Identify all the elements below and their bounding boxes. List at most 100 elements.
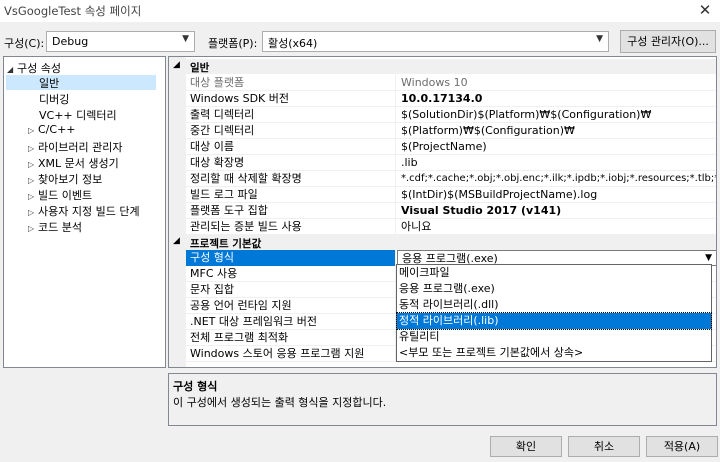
tree-item-label: 코드 분석 — [38, 221, 82, 234]
tree-item-xml-doc-generator[interactable]: ▷ XML 문서 생성기 — [28, 155, 119, 170]
section-header-general[interactable]: ◢ 일반 — [169, 59, 716, 74]
property-value: $(IntDir)$(MSBuildProjectName).log — [401, 188, 598, 201]
property-row[interactable]: 대상 확장명 .lib — [186, 155, 716, 171]
configuration-label: 구성(C): — [4, 37, 45, 50]
property-name: 관리되는 증분 빌드 사용 — [186, 219, 396, 235]
expanded-triangle-icon[interactable]: ◢ — [173, 60, 180, 70]
tree-root-config-properties[interactable]: ◢ 구성 속성 — [7, 60, 61, 75]
dropdown-option[interactable]: 동적 라이브러리(.dll) — [397, 297, 711, 313]
tree-item-label: 빌드 이벤트 — [38, 189, 93, 202]
property-row[interactable]: 플랫폼 도구 집합 Visual Studio 2017 (v141) — [186, 203, 716, 219]
property-value: 아니요 — [401, 220, 432, 233]
tree-item-librarian[interactable]: ▷ 라이브러리 관리자 — [28, 139, 122, 154]
collapsed-triangle-icon[interactable]: ▷ — [28, 208, 38, 217]
property-value: *.cdf;*.cache;*.obj;*.obj.enc;*.ilk;*.ip… — [401, 173, 716, 184]
property-value: Windows 10 — [401, 76, 468, 89]
tree-item-label: 사용자 지정 빌드 단계 — [38, 205, 140, 218]
property-value: $(SolutionDir)$(Platform)₩$(Configuratio… — [401, 108, 652, 121]
dropdown-option[interactable]: 메이크파일 — [397, 265, 711, 281]
property-name: Windows SDK 버전 — [186, 91, 396, 107]
configuration-manager-button[interactable]: 구성 관리자(O)... — [620, 30, 716, 53]
property-name: 공용 언어 런타임 지원 — [186, 298, 396, 314]
tree-item-code-analysis[interactable]: ▷ 코드 분석 — [28, 219, 82, 234]
apply-button[interactable]: 적용(A) — [646, 436, 718, 457]
property-name: 중간 디렉터리 — [186, 123, 396, 139]
description-text: 이 구성에서 생성되는 출력 형식을 지정합니다. — [173, 396, 387, 409]
property-value: .lib — [401, 156, 418, 169]
property-row[interactable]: 중간 디렉터리 $(Platform)₩$(Configuration)₩ — [186, 123, 716, 139]
configuration-type-dropdown[interactable]: 메이크파일 응용 프로그램(.exe) 동적 라이브러리(.dll) 정적 라이… — [396, 264, 712, 362]
property-name: 빌드 로그 파일 — [186, 187, 396, 203]
property-row[interactable]: 빌드 로그 파일 $(IntDir)$(MSBuildProjectName).… — [186, 187, 716, 203]
property-row[interactable]: 대상 플랫폼 Windows 10 — [186, 75, 716, 91]
property-row[interactable]: 관리되는 증분 빌드 사용 아니요 — [186, 219, 716, 235]
collapsed-triangle-icon[interactable]: ▷ — [28, 144, 38, 153]
tree-item-label: XML 문서 생성기 — [38, 157, 119, 170]
property-name: 구성 형식 — [186, 250, 396, 266]
tree-item-debugging[interactable]: 디버깅 — [39, 91, 69, 106]
tree-item-browse-information[interactable]: ▷ 찾아보기 정보 — [28, 171, 102, 186]
property-name: 대상 플랫폼 — [186, 75, 396, 91]
configuration-select[interactable]: Debug ▼ — [46, 31, 195, 52]
configuration-value: Debug — [52, 35, 89, 48]
property-value: Visual Studio 2017 (v141) — [401, 204, 562, 217]
property-name: 정리할 때 삭제할 확장명 — [186, 171, 396, 187]
collapsed-triangle-icon[interactable]: ▷ — [28, 160, 38, 169]
property-name: 출력 디렉터리 — [186, 107, 396, 123]
expanded-triangle-icon[interactable]: ◢ — [173, 236, 180, 246]
property-row[interactable]: 대상 이름 $(ProjectName) — [186, 139, 716, 155]
chevron-down-icon: ▼ — [596, 34, 603, 44]
property-name: .NET 대상 프레임워크 버전 — [186, 314, 396, 330]
property-value: 10.0.17134.0 — [401, 92, 483, 105]
property-value: $(ProjectName) — [401, 140, 487, 153]
tree-item-label: 일반 — [39, 77, 60, 90]
tree-item-label: C/C++ — [38, 123, 76, 136]
tree-item-vc-directories[interactable]: VC++ 디렉터리 — [39, 107, 117, 122]
ok-button[interactable]: 확인 — [490, 436, 562, 457]
tree-root-label: 구성 속성 — [17, 62, 61, 75]
expanded-triangle-icon: ◢ — [7, 65, 14, 74]
collapsed-triangle-icon[interactable]: ▷ — [28, 224, 38, 233]
property-name: Windows 스토어 응용 프로그램 지원 — [186, 346, 396, 362]
close-button[interactable]: ✕ — [690, 0, 720, 22]
section-title: 일반 — [190, 62, 210, 74]
property-name: 대상 이름 — [186, 139, 396, 155]
tree-item-custom-build-step[interactable]: ▷ 사용자 지정 빌드 단계 — [28, 203, 140, 218]
dropdown-option[interactable]: <부모 또는 프로젝트 기본값에서 상속> — [397, 345, 711, 361]
section-header-project-defaults[interactable]: ◢ 프로젝트 기본값 — [169, 235, 716, 250]
tree-item-label: VC++ 디렉터리 — [39, 109, 117, 122]
property-name: MFC 사용 — [186, 266, 396, 282]
property-name: 전체 프로그램 최적화 — [186, 330, 396, 346]
tree-item-label: 디버깅 — [39, 93, 70, 106]
tree-item-general[interactable]: 일반 — [6, 75, 156, 90]
description-panel: 구성 형식 이 구성에서 생성되는 출력 형식을 지정합니다. — [168, 373, 717, 426]
collapsed-triangle-icon[interactable]: ▷ — [28, 176, 38, 185]
property-name: 대상 확장명 — [186, 155, 396, 171]
title-bar: VsGoogleTest 속성 페이지 ✕ — [0, 0, 720, 22]
tree-item-label: 찾아보기 정보 — [38, 173, 103, 186]
cancel-button[interactable]: 취소 — [568, 436, 640, 457]
collapsed-triangle-icon[interactable]: ▷ — [28, 192, 38, 201]
tree-item-build-events[interactable]: ▷ 빌드 이벤트 — [28, 187, 92, 202]
collapsed-triangle-icon[interactable]: ▷ — [28, 126, 38, 135]
property-value: $(Platform)₩$(Configuration)₩ — [401, 124, 575, 137]
property-row[interactable]: Windows SDK 버전 10.0.17134.0 — [186, 91, 716, 107]
dropdown-option[interactable]: 유틸리티 — [397, 329, 711, 345]
platform-label: 플랫폼(P): — [208, 37, 258, 50]
window-title: VsGoogleTest 속성 페이지 — [4, 4, 142, 18]
property-row[interactable]: 정리할 때 삭제할 확장명 *.cdf;*.cache;*.obj;*.obj.… — [186, 171, 716, 187]
property-name: 문자 집합 — [186, 282, 396, 298]
chevron-down-icon: ▼ — [182, 34, 189, 44]
tree-item-label: 라이브러리 관리자 — [38, 141, 123, 154]
property-tree[interactable]: ◢ 구성 속성 일반 디버깅 VC++ 디렉터리 ▷ C/C++ ▷ 라이브러리 관리… — [3, 56, 166, 368]
dropdown-option[interactable]: 응용 프로그램(.exe) — [397, 281, 711, 297]
description-title: 구성 형식 — [173, 380, 218, 393]
platform-value: 활성(x64) — [268, 37, 318, 50]
property-row[interactable]: 출력 디렉터리 $(SolutionDir)$(Platform)₩$(Conf… — [186, 107, 716, 123]
tree-item-cpp[interactable]: ▷ C/C++ — [28, 123, 76, 138]
grid-margin — [169, 57, 186, 367]
property-name: 플랫폼 도구 집합 — [186, 203, 396, 219]
platform-select[interactable]: 활성(x64) ▼ — [262, 31, 609, 52]
section-title: 프로젝트 기본값 — [190, 238, 262, 250]
dropdown-option-selected[interactable]: 정적 라이브러리(.lib) — [396, 312, 712, 330]
